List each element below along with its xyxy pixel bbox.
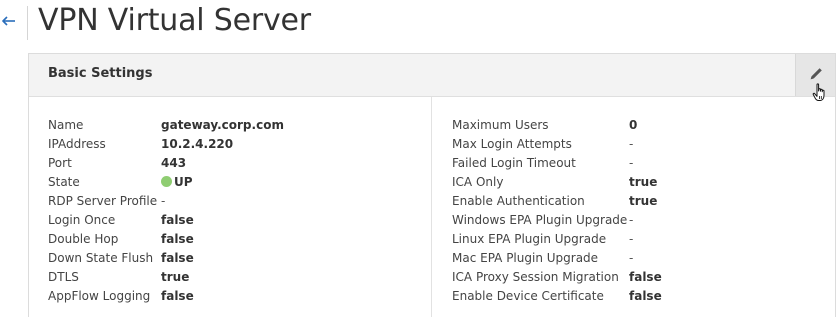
property-row-port: Port 443 (48, 153, 284, 172)
page: VPN Virtual Server Basic Settings Name g… (0, 0, 840, 317)
right-properties: Maximum Users 0 Max Login Attempts - Fai… (452, 115, 662, 305)
property-row-max-login-attempts: Max Login Attempts - (452, 134, 662, 153)
property-label: Login Once (48, 212, 116, 227)
property-value: true (629, 193, 658, 208)
property-label: Double Hop (48, 231, 119, 246)
property-value: true (161, 269, 190, 284)
property-value: false (629, 269, 662, 284)
property-value: - (161, 193, 166, 208)
property-label: Mac EPA Plugin Upgrade (452, 250, 599, 265)
property-row-ipaddress: IPAddress 10.2.4.220 (48, 134, 284, 153)
property-label: IPAddress (48, 136, 106, 151)
property-label: Port (48, 155, 72, 170)
panel-header: Basic Settings (29, 54, 835, 101)
property-label: State (48, 174, 80, 189)
property-label: ICA Proxy Session Migration (452, 269, 619, 284)
property-value: - (629, 212, 634, 227)
basic-settings-panel: Basic Settings Name gateway.corp.com IPA… (28, 53, 836, 317)
property-value: false (161, 231, 194, 246)
property-label: Maximum Users (452, 117, 549, 132)
hand-cursor-icon (812, 83, 825, 101)
property-label: Windows EPA Plugin Upgrade (452, 212, 628, 227)
back-button[interactable] (2, 13, 20, 31)
property-row-windows-epa-plugin-upgrade: Windows EPA Plugin Upgrade - (452, 210, 662, 229)
property-row-mac-epa-plugin-upgrade: Mac EPA Plugin Upgrade - (452, 248, 662, 267)
property-value: false (161, 250, 194, 265)
property-label: Linux EPA Plugin Upgrade (452, 231, 607, 246)
page-title: VPN Virtual Server (38, 3, 311, 38)
property-label: DTLS (48, 269, 79, 284)
property-value: false (161, 288, 194, 303)
property-row-login-once: Login Once false (48, 210, 284, 229)
pencil-icon (810, 68, 822, 80)
panel-title: Basic Settings (48, 66, 153, 81)
property-value: - (629, 231, 634, 246)
property-value: 443 (161, 155, 187, 170)
property-label: Name (48, 117, 84, 132)
title-divider (27, 6, 28, 40)
property-value: 0 (629, 117, 638, 132)
back-arrow-icon (2, 16, 15, 26)
property-value: - (629, 250, 634, 265)
property-label: Enable Authentication (452, 193, 585, 208)
property-value: gateway.corp.com (161, 117, 284, 132)
status-up-icon (161, 176, 172, 187)
property-label: Max Login Attempts (452, 136, 572, 151)
property-row-ica-proxy-session-migration: ICA Proxy Session Migration false (452, 267, 662, 286)
status-badge: UP (174, 174, 193, 189)
property-value: 10.2.4.220 (161, 136, 234, 151)
property-row-enable-authentication: Enable Authentication true (452, 191, 662, 210)
property-label: ICA Only (452, 174, 504, 189)
property-label: RDP Server Profile (48, 193, 158, 208)
property-row-enable-device-certificate: Enable Device Certificate false (452, 286, 662, 305)
property-row-maximum-users: Maximum Users 0 (452, 115, 662, 134)
property-row-down-state-flush: Down State Flush false (48, 248, 284, 267)
property-row-double-hop: Double Hop false (48, 229, 284, 248)
property-label: Down State Flush (48, 250, 154, 265)
property-label: Failed Login Timeout (452, 155, 576, 170)
property-value: - (629, 155, 634, 170)
property-row-dtls: DTLS true (48, 267, 284, 286)
property-row-linux-epa-plugin-upgrade: Linux EPA Plugin Upgrade - (452, 229, 662, 248)
property-row-rdp-server-profile: RDP Server Profile - (48, 191, 284, 210)
property-value: false (161, 212, 194, 227)
column-divider (431, 97, 432, 317)
property-row-name: Name gateway.corp.com (48, 115, 284, 134)
property-row-failed-login-timeout: Failed Login Timeout - (452, 153, 662, 172)
left-properties: Name gateway.corp.com IPAddress 10.2.4.2… (48, 115, 284, 305)
property-value: true (629, 174, 658, 189)
edit-button[interactable] (795, 54, 835, 101)
property-row-appflow-logging: AppFlow Logging false (48, 286, 284, 305)
property-row-state: State UP (48, 172, 284, 191)
property-row-ica-only: ICA Only true (452, 172, 662, 191)
property-label: Enable Device Certificate (452, 288, 604, 303)
property-label: AppFlow Logging (48, 288, 151, 303)
property-value: false (629, 288, 662, 303)
property-value: - (629, 136, 634, 151)
